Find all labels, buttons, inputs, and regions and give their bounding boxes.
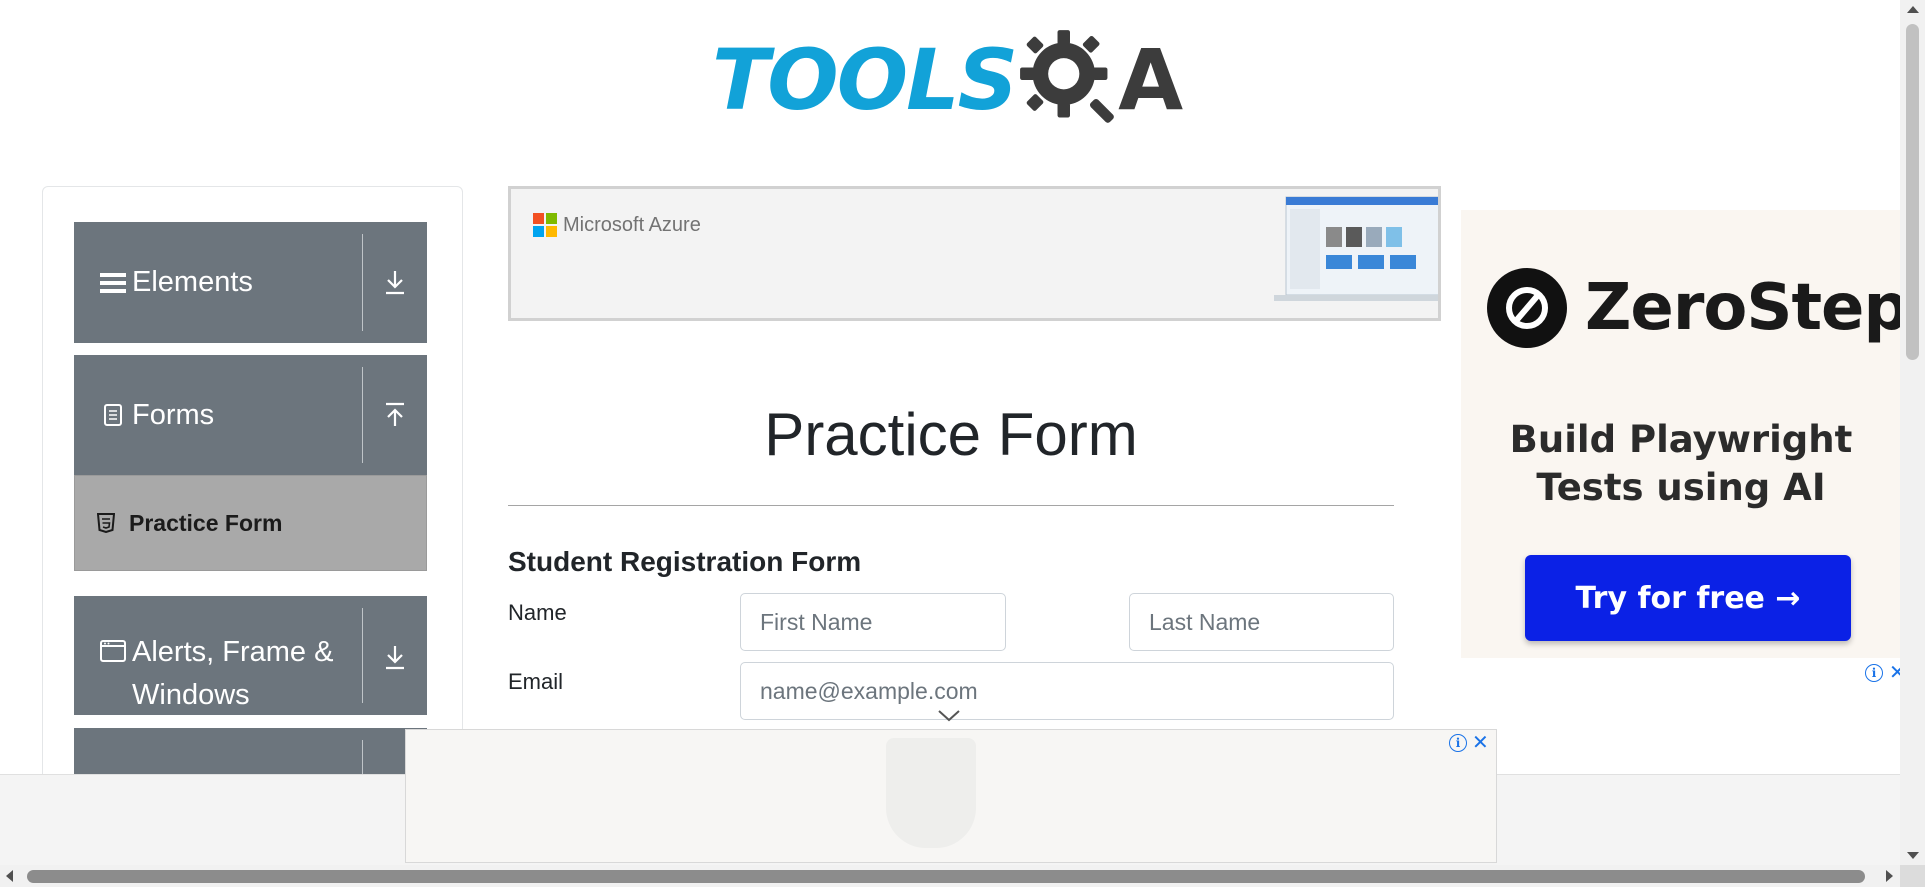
zerostep-logo: ZeroStep (1487, 268, 1901, 348)
first-name-field[interactable] (740, 593, 1006, 651)
tagline-line1: Build Playwright (1509, 418, 1853, 461)
sidebar-group-label-line2: Windows (132, 679, 250, 711)
zerostep-tagline: Build Playwright Tests using AI (1461, 416, 1901, 512)
ad-info-icon[interactable]: i (1449, 734, 1467, 752)
sidebar-group-elements[interactable]: Elements (74, 222, 427, 343)
document-icon (100, 403, 126, 427)
form-heading: Student Registration Form (508, 546, 862, 577)
page-title: Practice Form (764, 401, 1138, 468)
scrollbar-thumb[interactable] (1906, 24, 1919, 360)
divider (362, 234, 363, 331)
divider (362, 608, 363, 703)
first-name-input[interactable] (760, 608, 986, 636)
last-name-field[interactable] (1129, 593, 1394, 651)
download-arrow-icon[interactable] (377, 639, 413, 675)
scroll-down-arrow-icon[interactable] (1907, 852, 1919, 859)
vertical-scrollbar[interactable] (1900, 0, 1925, 865)
horizontal-scrollbar[interactable] (0, 865, 1925, 887)
scroll-right-arrow-icon[interactable] (1886, 870, 1893, 882)
zerostep-ad[interactable]: ZeroStep Build Playwright Tests using AI… (1441, 186, 1901, 776)
microsoft-azure-logo: Microsoft Azure (533, 213, 701, 237)
hamburger-icon (100, 271, 126, 295)
zerostep-ad-card: ZeroStep Build Playwright Tests using AI… (1461, 210, 1901, 658)
microsoft-logo-icon (533, 213, 557, 237)
download-arrow-icon[interactable] (377, 264, 413, 300)
toolsqa-logo[interactable]: TOOLS A (712, 22, 1196, 137)
try-for-free-button[interactable]: Try for free → (1525, 555, 1851, 641)
sidebar-group-forms[interactable]: Forms (74, 355, 427, 475)
upload-arrow-icon[interactable] (377, 397, 413, 433)
scroll-left-arrow-icon[interactable] (6, 870, 13, 882)
laptop-screenshot-image (1274, 196, 1438, 301)
scrollbar-corner (1900, 865, 1925, 887)
azure-text: Microsoft Azure (563, 213, 701, 236)
scroll-up-arrow-icon[interactable] (1907, 6, 1919, 13)
zerostep-brand: ZeroStep (1585, 271, 1901, 345)
ad-info-icon[interactable]: i (1865, 664, 1883, 682)
azure-banner-ad[interactable]: Microsoft Azure (508, 186, 1441, 321)
logo-suffix: A (1118, 30, 1184, 129)
logo-text: TOOLS (712, 30, 1018, 129)
gear-magnifier-icon (1020, 29, 1115, 123)
zerostep-logo-icon (1487, 268, 1567, 348)
sidebar-group-label-line1: Alerts, Frame & (132, 636, 334, 668)
last-name-input[interactable] (1149, 608, 1374, 636)
email-input[interactable] (760, 677, 1374, 705)
email-label: Email (508, 669, 564, 694)
name-label: Name (508, 600, 567, 625)
scrollbar-thumb[interactable] (27, 870, 1865, 883)
divider (508, 505, 1394, 506)
divider (362, 740, 363, 776)
sidebar-item-label: Practice Form (129, 509, 283, 536)
ad-close-icon[interactable]: ✕ (1472, 733, 1489, 753)
divider (362, 367, 363, 463)
sidebar-group-alerts[interactable]: Alerts, Frame & Windows (74, 596, 427, 715)
email-field[interactable] (740, 662, 1394, 720)
window-icon (100, 640, 126, 662)
page: TOOLS A Elements Forms Practice Form Ale… (0, 0, 1925, 887)
tagline-line2: Tests using AI (1536, 466, 1826, 509)
html5-icon (97, 513, 117, 533)
ad-faint-graphic (886, 738, 976, 848)
chevron-down-icon[interactable] (937, 709, 961, 723)
sidebar-item-practice-form[interactable]: Practice Form (74, 475, 427, 571)
bottom-banner-ad[interactable]: i ✕ (405, 729, 1497, 863)
